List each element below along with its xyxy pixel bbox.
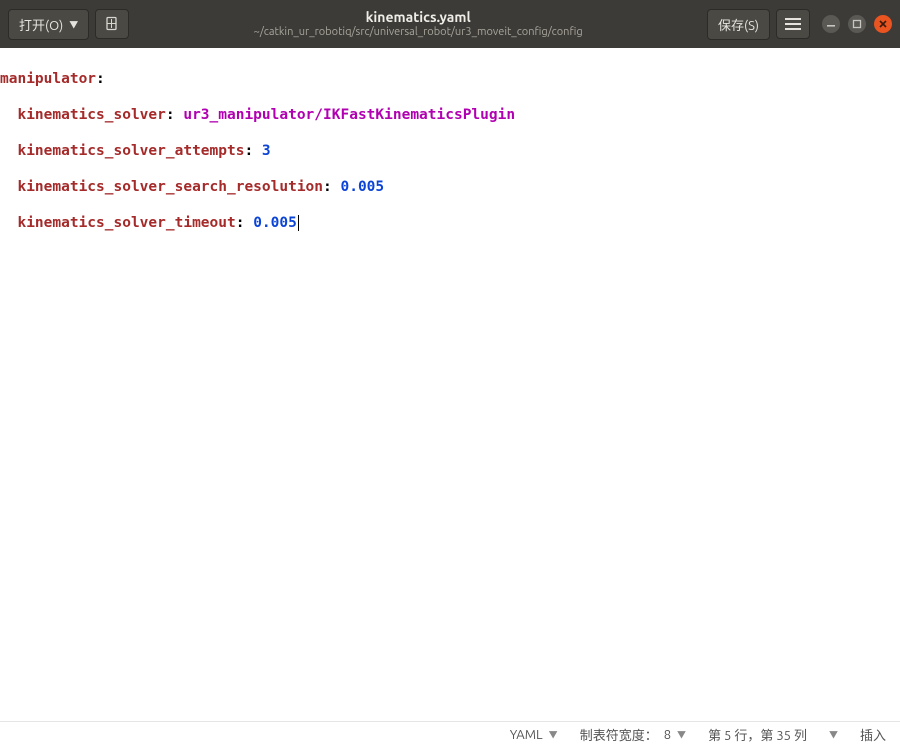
cursor-position-label: 第 5 行，第 35 列 [708,725,807,744]
new-document-button[interactable] [95,9,129,39]
minimize-button[interactable] [822,15,840,33]
text-cursor [298,215,299,231]
chevron-down-icon: ▼ [549,728,558,741]
cursor-position[interactable]: 第 5 行，第 35 列 [708,725,807,744]
save-label: 保存(S) [718,15,759,34]
save-button[interactable]: 保存(S) [707,9,770,40]
open-label: 打开(O) [19,15,63,34]
window-title: kinematics.yaml ~/catkin_ur_robotiq/src/… [135,9,701,39]
code-line-1: manipulator: [0,70,900,88]
chevron-down-icon: ▼ [677,728,686,741]
code-line-5: kinematics_solver_timeout: 0.005 [0,214,900,232]
menu-button[interactable] [776,9,810,39]
window-controls [822,15,892,33]
close-button[interactable] [874,15,892,33]
statusbar: YAML ▼ 制表符宽度： 8 ▼ 第 5 行，第 35 列 ▼ 插入 [0,721,900,747]
tab-width-button[interactable]: 制表符宽度： 8 ▼ [580,725,686,744]
close-icon [878,19,888,29]
document-icon [104,16,120,32]
titlebar: 打开(O) ▼ kinematics.yaml ~/catkin_ur_robo… [0,0,900,48]
minimize-icon [826,19,836,29]
maximize-button[interactable] [848,15,866,33]
open-button[interactable]: 打开(O) ▼ [8,9,89,40]
insert-mode[interactable]: 插入 [860,725,886,744]
code-line-3: kinematics_solver_attempts: 3 [0,142,900,160]
chevron-down-icon: ▼ [829,728,838,741]
syntax-mode-label: YAML [510,728,543,742]
tab-width-value: 8 [664,728,671,742]
code-line-4: kinematics_solver_search_resolution: 0.0… [0,178,900,196]
editor-area[interactable]: manipulator: kinematics_solver: ur3_mani… [0,48,900,721]
code-line-2: kinematics_solver: ur3_manipulator/IKFas… [0,106,900,124]
file-path: ~/catkin_ur_robotiq/src/universal_robot/… [135,26,701,39]
chevron-down-icon: ▼ [69,18,78,31]
tab-width-label: 制表符宽度： [580,725,658,744]
hamburger-icon [785,18,801,30]
file-name: kinematics.yaml [135,9,701,26]
insert-mode-label: 插入 [860,725,886,744]
maximize-icon [852,19,862,29]
syntax-mode-button[interactable]: YAML ▼ [510,728,558,742]
